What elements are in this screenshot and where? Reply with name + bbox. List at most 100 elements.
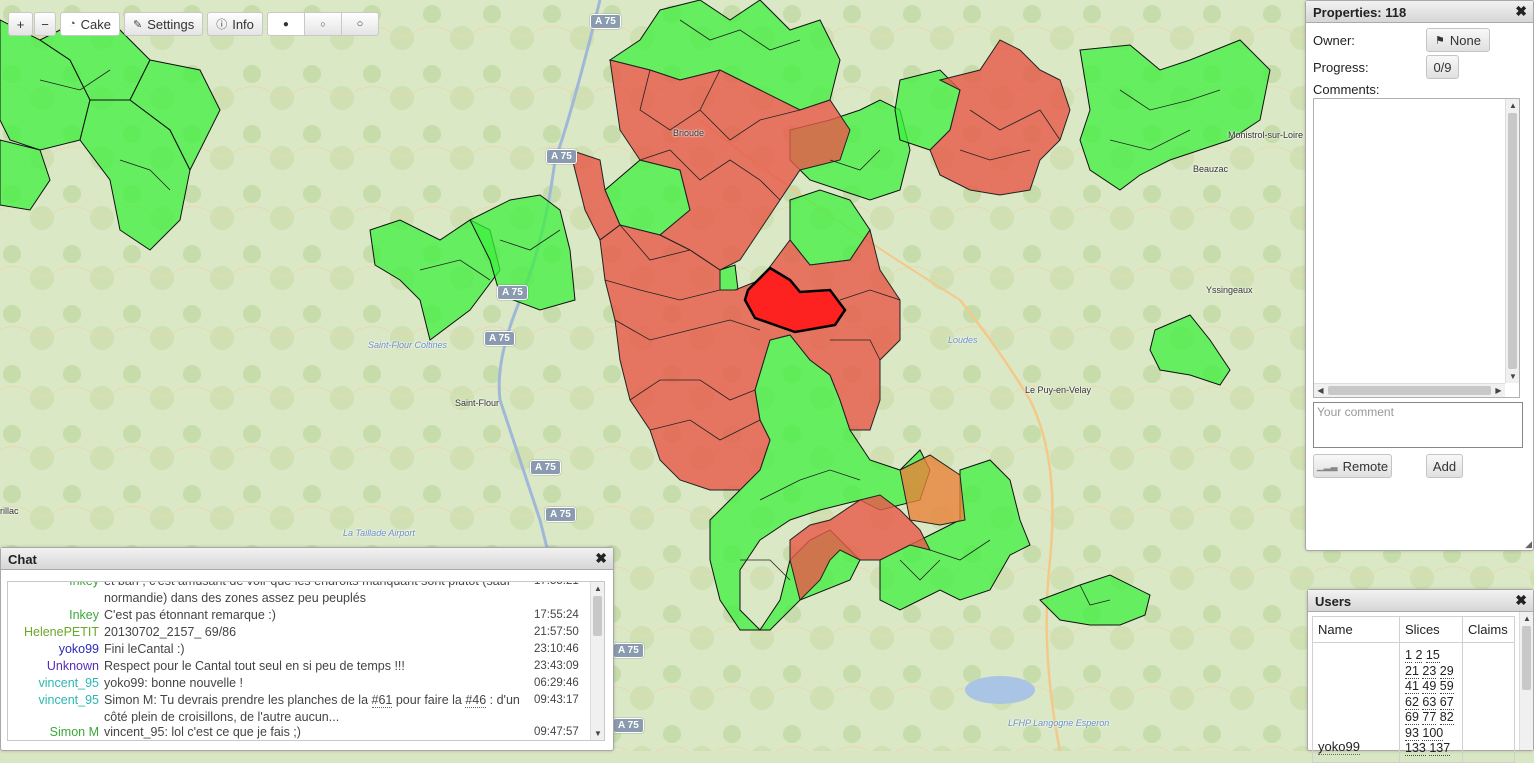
slice-link[interactable]: 82: [1439, 710, 1454, 725]
slice-link[interactable]: 2: [1415, 648, 1423, 663]
settings-button[interactable]: ✎ Settings: [124, 12, 204, 36]
cake-label: Cake: [80, 16, 112, 32]
map-label-brioude: Brioude: [673, 128, 705, 138]
column-header-name[interactable]: Name: [1312, 616, 1400, 643]
chat-panel: Chat ✖ Inkey et bah ; c'est amusant de v…: [0, 547, 614, 751]
user-name[interactable]: yoko99: [1312, 642, 1400, 763]
owner-button[interactable]: ⚑ None: [1426, 28, 1490, 52]
comments-list[interactable]: ▲ ▼ ◀ ▶: [1313, 98, 1520, 398]
scroll-thumb[interactable]: [593, 596, 602, 636]
chat-text: Simon M: Tu devrais prendre les planches…: [104, 692, 524, 726]
slice-link[interactable]: 41: [1405, 679, 1419, 694]
close-icon[interactable]: ✖: [595, 550, 607, 567]
road-shield: A 75: [545, 507, 576, 522]
road-shield: A 75: [484, 331, 515, 346]
slice-link[interactable]: 137: [1429, 741, 1451, 756]
view-mode-3[interactable]: ○: [340, 12, 379, 36]
view-mode-2[interactable]: ○: [303, 12, 342, 36]
signal-icon: ▁▂▃: [1316, 460, 1338, 471]
view-mode-1[interactable]: ●: [266, 12, 305, 36]
slice-link[interactable]: #46: [465, 693, 487, 708]
slice-link[interactable]: 23: [1422, 663, 1437, 679]
column-header-claims[interactable]: Claims: [1462, 616, 1515, 643]
zoom-out-button[interactable]: −: [34, 12, 56, 36]
scroll-left-icon[interactable]: ◀: [1314, 384, 1327, 397]
slice-link[interactable]: 77: [1422, 710, 1437, 725]
chat-author[interactable]: HelenePETIT: [24, 624, 99, 641]
scroll-down-icon[interactable]: ▼: [591, 727, 604, 740]
chat-scrollbar[interactable]: ▲ ▼: [590, 582, 604, 740]
scroll-down-icon[interactable]: ▼: [1506, 370, 1520, 383]
chat-time: 09:47:57: [534, 726, 579, 738]
scroll-up-icon[interactable]: ▲: [591, 582, 604, 595]
slice-link[interactable]: 67: [1439, 694, 1454, 710]
road-shield: A 75: [613, 718, 644, 733]
slice-link[interactable]: 21: [1405, 663, 1419, 679]
slice-link[interactable]: 100: [1422, 725, 1444, 741]
users-title: Users: [1315, 594, 1352, 609]
scroll-thumb[interactable]: [1508, 113, 1517, 369]
users-scrollbar[interactable]: ▲: [1519, 612, 1533, 750]
users-header: Users ✖: [1308, 590, 1533, 612]
properties-panel: Properties: 118 ✖ Owner: ⚑ None Progress…: [1305, 0, 1534, 551]
chat-author[interactable]: vincent_95: [39, 675, 99, 692]
slice-line: 21 23 29: [1405, 663, 1457, 680]
info-button[interactable]: ⓘ Info: [207, 12, 263, 36]
users-panel: Users ✖ Name Slices Claims yoko99 1 2 15…: [1307, 589, 1534, 763]
wrench-icon: ✎: [133, 18, 143, 31]
slice-link[interactable]: 1: [1405, 648, 1412, 663]
comment-input[interactable]: [1313, 402, 1523, 448]
slice-line: 93 100: [1405, 725, 1457, 742]
slice-link[interactable]: 69: [1405, 710, 1419, 725]
scroll-right-icon[interactable]: ▶: [1492, 384, 1505, 397]
close-icon[interactable]: ✖: [1515, 3, 1527, 20]
owner-label: Owner:: [1313, 33, 1355, 48]
slice-link[interactable]: 133: [1405, 741, 1426, 756]
slice-link[interactable]: 93: [1405, 725, 1419, 741]
resize-grip-icon[interactable]: ◢: [1522, 539, 1532, 549]
scroll-thumb[interactable]: [1522, 626, 1531, 690]
map-label-edge: rillac: [0, 506, 19, 516]
zoom-in-button[interactable]: +: [8, 12, 33, 36]
slice-line: 69 77 82: [1405, 710, 1457, 726]
slice-link[interactable]: 63: [1422, 694, 1437, 710]
close-icon[interactable]: ✖: [1515, 592, 1527, 609]
slice-link[interactable]: 15: [1425, 648, 1440, 663]
remote-button[interactable]: ▁▂▃ Remote: [1313, 454, 1392, 478]
road-shield: A 75: [497, 285, 528, 300]
flag-icon: ⚑: [1435, 34, 1445, 47]
user-name-link[interactable]: yoko99: [1318, 738, 1360, 755]
map-label-monistrol: Monistrol-sur-Loire: [1228, 130, 1304, 140]
cake-button[interactable]: ◔ Cake: [60, 12, 121, 36]
chat-author[interactable]: Inkey: [69, 582, 99, 590]
map-label-yssingeaux: Yssingeaux: [1206, 285, 1253, 295]
column-header-slices[interactable]: Slices: [1399, 616, 1463, 643]
chat-text: 20130702_2157_ 69/86: [104, 625, 237, 639]
map-label-coltines: Saint-Flour Coltines: [368, 340, 448, 350]
scroll-up-icon[interactable]: ▲: [1506, 99, 1520, 112]
comments-hscrollbar[interactable]: ◀ ▶: [1314, 383, 1505, 397]
chat-time: 17:55:24: [534, 609, 579, 621]
slice-link[interactable]: 29: [1439, 663, 1454, 679]
chat-author[interactable]: Inkey: [69, 607, 99, 624]
slice-link[interactable]: 49: [1422, 679, 1437, 694]
progress-button[interactable]: 0/9: [1426, 55, 1459, 79]
chat-author[interactable]: Unknown: [47, 658, 99, 675]
scroll-up-icon[interactable]: ▲: [1520, 612, 1534, 625]
chat-text: vincent_95: lol c'est ce que je fais ;): [104, 725, 301, 739]
add-comment-button[interactable]: Add: [1426, 454, 1463, 478]
slice-link[interactable]: #61: [371, 693, 393, 708]
slice-link[interactable]: 62: [1405, 694, 1419, 710]
chat-time: 06:29:46: [534, 677, 579, 689]
chat-messages[interactable]: Inkey et bah ; c'est amusant de voir que…: [7, 581, 605, 741]
map-label-airport: La Taillade Airport: [343, 528, 415, 538]
chat-text-part: Simon M: Tu devrais prendre les planches…: [104, 693, 372, 707]
slice-link[interactable]: 59: [1439, 679, 1454, 694]
slice-line: 1 2 15: [1405, 648, 1457, 664]
chat-author[interactable]: vincent_95: [39, 692, 99, 709]
comments-vscrollbar[interactable]: ▲ ▼: [1505, 99, 1519, 383]
chat-author[interactable]: Simon M: [50, 724, 99, 740]
hscroll-thumb[interactable]: [1328, 386, 1491, 395]
chat-author[interactable]: yoko99: [59, 641, 99, 658]
chat-text: yoko99: bonne nouvelle !: [104, 676, 243, 690]
